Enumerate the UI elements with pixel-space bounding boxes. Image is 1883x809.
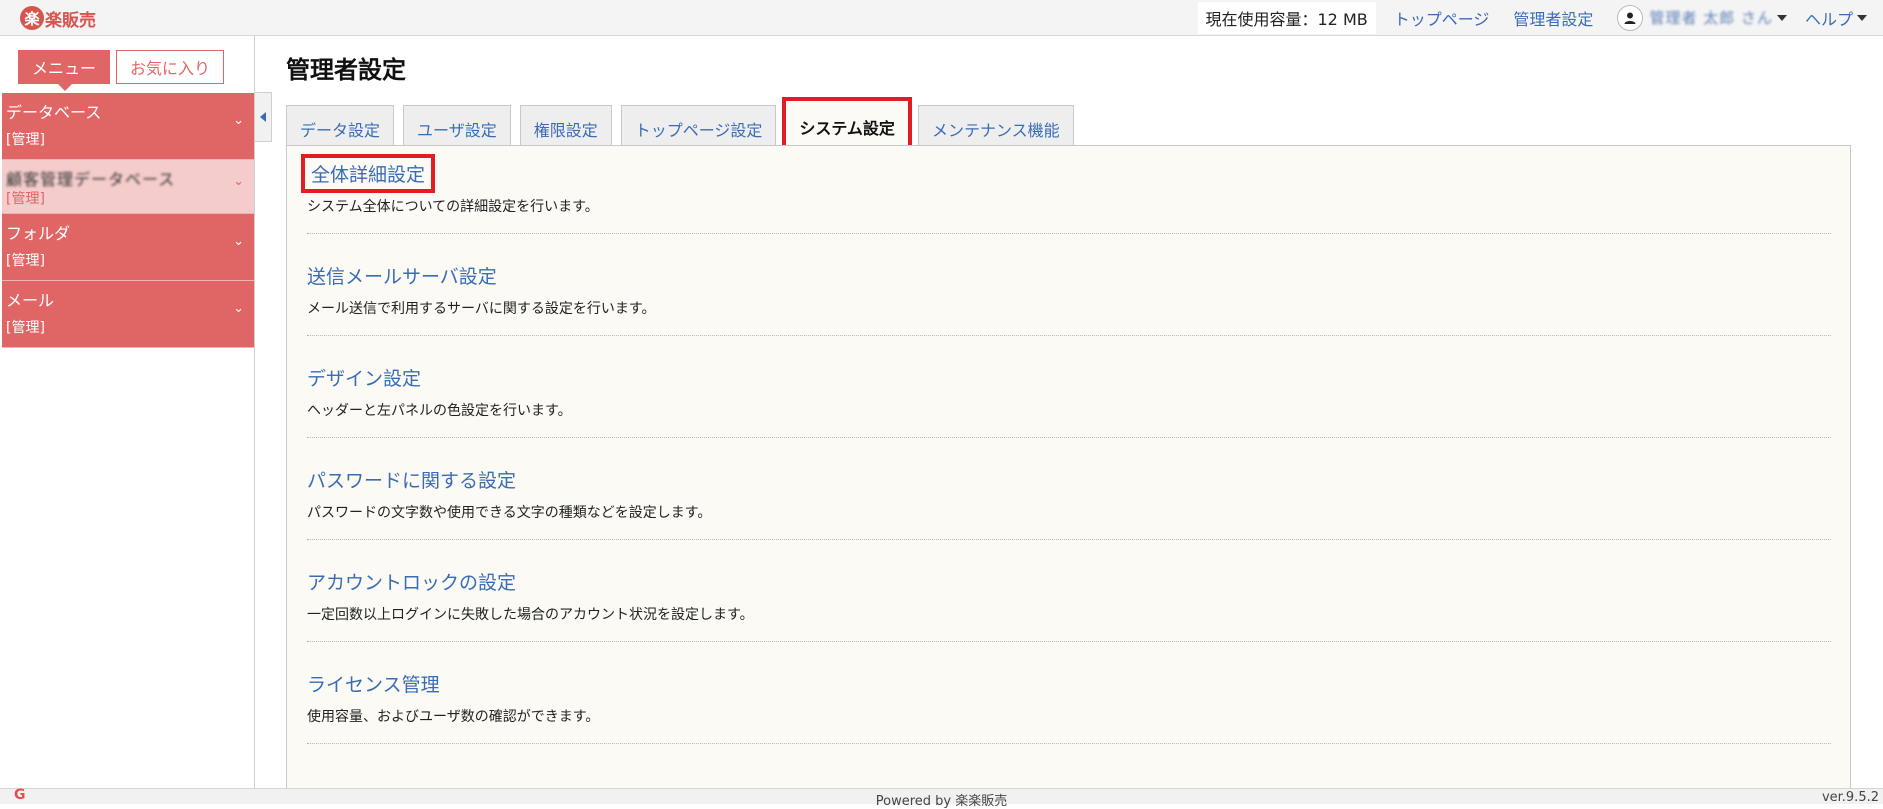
- top-header: 楽 楽販売 現在使用容量：12 MB トップページ 管理者設定 管理者 太郎 さ…: [0, 0, 1883, 36]
- app-logo[interactable]: 楽 楽販売: [20, 4, 96, 32]
- admin-settings-link[interactable]: 管理者設定: [1513, 6, 1593, 30]
- help-label: ヘルプ: [1805, 6, 1853, 30]
- logo-text: 楽販売: [45, 6, 96, 31]
- sidebar: メニュー お気に入り データベース [管理] ⌄ 顧客管理データベース [管理]…: [0, 36, 255, 788]
- chevron-down-icon: ⌄: [233, 174, 244, 189]
- setting-item-design: デザイン設定 ヘッダーと左パネルの色設定を行います。: [307, 350, 1831, 438]
- help-menu[interactable]: ヘルプ: [1805, 6, 1867, 30]
- setting-item-license: ライセンス管理 使用容量、およびユーザ数の確認ができます。: [307, 656, 1831, 744]
- design-settings-link[interactable]: デザイン設定: [307, 364, 421, 391]
- page-title: 管理者設定: [286, 50, 406, 85]
- settings-tabs: データ設定 ユーザ設定 権限設定 トップページ設定 システム設定 メンテナンス機…: [286, 99, 1083, 151]
- setting-description: 使用容量、およびユーザ数の確認ができます。: [307, 706, 599, 726]
- powered-by-text: Powered by 楽楽販売: [0, 790, 1883, 809]
- user-menu[interactable]: 管理者 太郎 さん: [1617, 5, 1787, 31]
- footer: G Powered by 楽楽販売 ver.9.5.2: [0, 788, 1883, 804]
- sidebar-item-sub: [管理]: [6, 250, 45, 270]
- mail-server-settings-link[interactable]: 送信メールサーバ設定: [307, 262, 497, 289]
- license-management-link[interactable]: ライセンス管理: [307, 670, 440, 697]
- setting-description: システム全体についての詳細設定を行います。: [307, 196, 599, 216]
- general-settings-link[interactable]: 全体詳細設定: [307, 160, 429, 187]
- system-settings-panel: 全体詳細設定 システム全体についての詳細設定を行います。 送信メールサーバ設定 …: [286, 145, 1851, 795]
- password-settings-link[interactable]: パスワードに関する設定: [307, 466, 516, 493]
- chevron-down-icon: ⌄: [233, 113, 244, 128]
- sidebar-item-db-selected[interactable]: 顧客管理データベース [管理] ⌄: [2, 160, 254, 214]
- sidebar-item-mail[interactable]: メール [管理] ⌄: [2, 281, 254, 348]
- user-name: 管理者 太郎 さん: [1649, 7, 1773, 28]
- sidebar-tabs: メニュー お気に入り: [18, 50, 224, 84]
- version-text: ver.9.5.2: [1822, 790, 1879, 805]
- setting-description: メール送信で利用するサーバに関する設定を行います。: [307, 298, 655, 318]
- chevron-down-icon: ⌄: [233, 301, 244, 316]
- header-right: 現在使用容量：12 MB トップページ 管理者設定 管理者 太郎 さん ヘルプ: [1198, 0, 1883, 35]
- sidebar-tab-menu[interactable]: メニュー: [18, 50, 110, 84]
- sidebar-item-label: データベース: [6, 99, 101, 123]
- setting-item-general: 全体詳細設定 システム全体についての詳細設定を行います。: [307, 146, 1831, 234]
- sidebar-item-sub: [管理]: [6, 317, 45, 337]
- logo-mark: 楽: [20, 6, 44, 30]
- setting-item-mail-server: 送信メールサーバ設定 メール送信で利用するサーバに関する設定を行います。: [307, 248, 1831, 336]
- sidebar-item-label: 顧客管理データベース: [6, 166, 175, 190]
- sidebar-item-sub: [管理]: [6, 129, 45, 149]
- top-page-link[interactable]: トップページ: [1394, 6, 1490, 30]
- sidebar-tab-favorites[interactable]: お気に入り: [116, 50, 224, 84]
- setting-description: 一定回数以上ログインに失敗した場合のアカウント状況を設定します。: [307, 604, 754, 624]
- user-avatar-icon: [1617, 5, 1643, 31]
- user-menu-caret-icon: [1777, 15, 1787, 21]
- sidebar-item-label: フォルダ: [6, 220, 70, 244]
- setting-description: パスワードの文字数や使用できる文字の種類などを設定します。: [307, 502, 711, 522]
- chevron-down-icon: ⌄: [233, 234, 244, 249]
- sidebar-item-label: メール: [6, 287, 54, 311]
- setting-item-password: パスワードに関する設定 パスワードの文字数や使用できる文字の種類などを設定します…: [307, 452, 1831, 540]
- sidebar-item-folder[interactable]: フォルダ [管理] ⌄: [2, 214, 254, 281]
- collapse-arrow-icon: [260, 112, 266, 122]
- setting-description: ヘッダーと左パネルの色設定を行います。: [307, 400, 572, 420]
- sidebar-collapse-handle[interactable]: [255, 92, 272, 142]
- usage-indicator: 現在使用容量：12 MB: [1198, 2, 1376, 34]
- sidebar-item-sub: [管理]: [6, 188, 45, 208]
- account-lock-settings-link[interactable]: アカウントロックの設定: [307, 568, 516, 595]
- setting-item-account-lock: アカウントロックの設定 一定回数以上ログインに失敗した場合のアカウント状況を設定…: [307, 554, 1831, 642]
- help-caret-icon: [1857, 15, 1867, 21]
- sidebar-menu: データベース [管理] ⌄ 顧客管理データベース [管理] ⌄ フォルダ [管理…: [2, 93, 254, 348]
- sidebar-item-database[interactable]: データベース [管理] ⌄: [2, 93, 254, 160]
